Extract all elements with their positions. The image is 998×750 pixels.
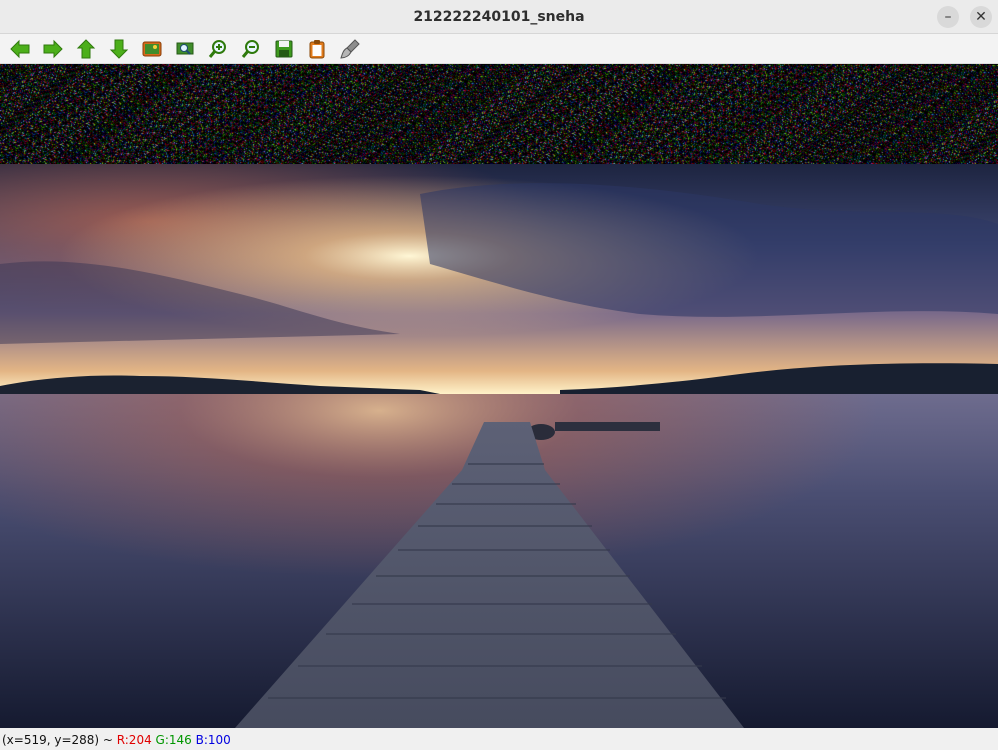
window-title: 212222240101_sneha (413, 9, 585, 25)
title-bar: 212222240101_sneha – ✕ (0, 0, 998, 34)
noise-image-strip[interactable] (0, 64, 998, 164)
image-display[interactable] (0, 164, 998, 728)
pan-left-button[interactable] (9, 38, 31, 60)
pixel-red-value: R:204 (116, 733, 152, 747)
zoom-in-button[interactable] (207, 38, 229, 60)
zoom-out-button[interactable] (240, 38, 262, 60)
zoom-fit-button[interactable] (174, 38, 196, 60)
zoom-out-icon (241, 40, 259, 58)
pan-down-button[interactable] (108, 38, 130, 60)
arrow-right-icon (43, 39, 63, 59)
properties-button[interactable] (339, 38, 361, 60)
save-button[interactable] (273, 38, 295, 60)
lake-pier-sunset-image (0, 164, 998, 728)
pan-right-button[interactable] (42, 38, 64, 60)
zoom-in-icon (208, 40, 226, 58)
status-bar: (x=519, y=288) ~ R:204 G:146 B:100 (0, 731, 998, 750)
pixel-green-value: G:146 (155, 733, 192, 747)
arrow-down-icon (109, 39, 129, 59)
close-button[interactable]: ✕ (970, 6, 992, 28)
arrow-up-icon (76, 39, 96, 59)
zoom-fit-icon (176, 42, 194, 55)
properties-brush-icon (340, 39, 360, 59)
image-icon (142, 41, 162, 57)
clipboard-icon (309, 40, 325, 59)
save-icon (275, 40, 293, 58)
cursor-coordinates: (x=519, y=288) ~ (2, 733, 117, 747)
copy-to-clipboard-button[interactable] (306, 38, 328, 60)
toolbar (0, 34, 998, 64)
pixel-blue-value: B:100 (195, 733, 231, 747)
pan-up-button[interactable] (75, 38, 97, 60)
reset-view-button[interactable] (141, 38, 163, 60)
minimize-button[interactable]: – (937, 6, 959, 28)
arrow-left-icon (10, 39, 30, 59)
